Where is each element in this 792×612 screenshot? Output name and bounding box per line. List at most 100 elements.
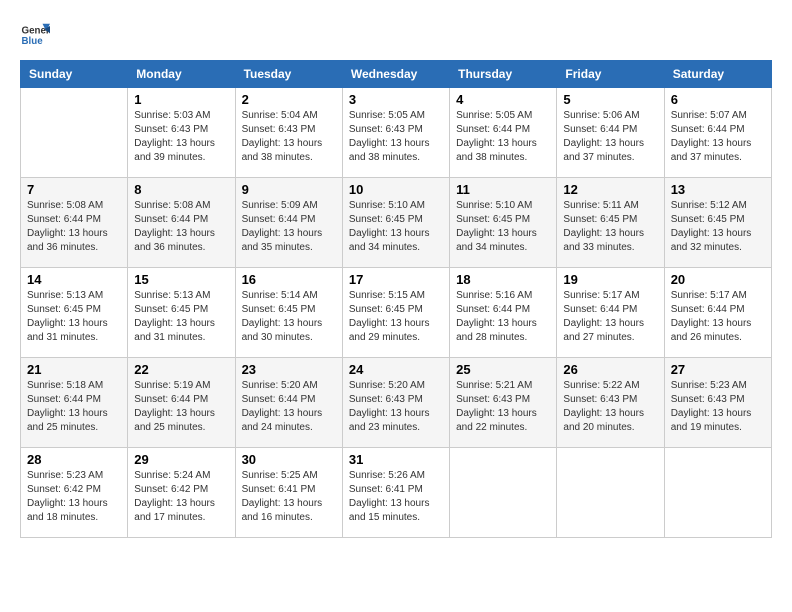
day-info: Sunrise: 5:09 AM Sunset: 6:44 PM Dayligh… <box>242 199 336 255</box>
day-number: 8 <box>134 182 228 197</box>
calendar-header-friday: Friday <box>557 61 664 88</box>
calendar-header-tuesday: Tuesday <box>235 61 342 88</box>
calendar-cell: 3 Sunrise: 5:05 AM Sunset: 6:43 PM Daylig… <box>342 88 449 178</box>
day-number: 30 <box>242 452 336 467</box>
day-number: 31 <box>349 452 443 467</box>
page-header: General Blue <box>20 20 772 50</box>
day-info: Sunrise: 5:16 AM Sunset: 6:44 PM Dayligh… <box>456 289 550 345</box>
calendar-cell: 28 Sunrise: 5:23 AM Sunset: 6:42 PM Dayli… <box>21 448 128 538</box>
day-number: 29 <box>134 452 228 467</box>
calendar-header-wednesday: Wednesday <box>342 61 449 88</box>
day-info: Sunrise: 5:20 AM Sunset: 6:43 PM Dayligh… <box>349 379 443 435</box>
calendar-cell: 10 Sunrise: 5:10 AM Sunset: 6:45 PM Dayli… <box>342 178 449 268</box>
logo: General Blue <box>20 20 50 50</box>
calendar-cell: 11 Sunrise: 5:10 AM Sunset: 6:45 PM Dayli… <box>450 178 557 268</box>
day-number: 5 <box>563 92 657 107</box>
day-info: Sunrise: 5:20 AM Sunset: 6:44 PM Dayligh… <box>242 379 336 435</box>
day-info: Sunrise: 5:13 AM Sunset: 6:45 PM Dayligh… <box>27 289 121 345</box>
day-info: Sunrise: 5:10 AM Sunset: 6:45 PM Dayligh… <box>349 199 443 255</box>
day-number: 20 <box>671 272 765 287</box>
day-info: Sunrise: 5:05 AM Sunset: 6:44 PM Dayligh… <box>456 109 550 165</box>
calendar-cell: 23 Sunrise: 5:20 AM Sunset: 6:44 PM Dayli… <box>235 358 342 448</box>
day-number: 11 <box>456 182 550 197</box>
day-number: 15 <box>134 272 228 287</box>
day-number: 26 <box>563 362 657 377</box>
calendar-cell: 24 Sunrise: 5:20 AM Sunset: 6:43 PM Dayli… <box>342 358 449 448</box>
day-number: 10 <box>349 182 443 197</box>
calendar-cell: 26 Sunrise: 5:22 AM Sunset: 6:43 PM Dayli… <box>557 358 664 448</box>
day-info: Sunrise: 5:19 AM Sunset: 6:44 PM Dayligh… <box>134 379 228 435</box>
calendar-cell <box>450 448 557 538</box>
day-info: Sunrise: 5:07 AM Sunset: 6:44 PM Dayligh… <box>671 109 765 165</box>
day-number: 9 <box>242 182 336 197</box>
calendar-header-row: SundayMondayTuesdayWednesdayThursdayFrid… <box>21 61 772 88</box>
day-number: 16 <box>242 272 336 287</box>
svg-text:Blue: Blue <box>22 36 44 47</box>
day-number: 17 <box>349 272 443 287</box>
calendar-cell: 5 Sunrise: 5:06 AM Sunset: 6:44 PM Daylig… <box>557 88 664 178</box>
day-info: Sunrise: 5:12 AM Sunset: 6:45 PM Dayligh… <box>671 199 765 255</box>
calendar-cell: 12Sunrise: 5:11 AM Sunset: 6:45 PM Dayli… <box>557 178 664 268</box>
day-info: Sunrise: 5:21 AM Sunset: 6:43 PM Dayligh… <box>456 379 550 435</box>
calendar-cell: 15Sunrise: 5:13 AM Sunset: 6:45 PM Dayli… <box>128 268 235 358</box>
day-info: Sunrise: 5:17 AM Sunset: 6:44 PM Dayligh… <box>563 289 657 345</box>
calendar-header-saturday: Saturday <box>664 61 771 88</box>
day-info: Sunrise: 5:04 AM Sunset: 6:43 PM Dayligh… <box>242 109 336 165</box>
day-info: Sunrise: 5:26 AM Sunset: 6:41 PM Dayligh… <box>349 469 443 525</box>
day-number: 28 <box>27 452 121 467</box>
day-info: Sunrise: 5:06 AM Sunset: 6:44 PM Dayligh… <box>563 109 657 165</box>
calendar-cell <box>664 448 771 538</box>
calendar-cell: 22 Sunrise: 5:19 AM Sunset: 6:44 PM Dayli… <box>128 358 235 448</box>
calendar-cell: 1Sunrise: 5:03 AM Sunset: 6:43 PM Daylig… <box>128 88 235 178</box>
calendar-cell: 30 Sunrise: 5:25 AM Sunset: 6:41 PM Dayli… <box>235 448 342 538</box>
calendar-table: SundayMondayTuesdayWednesdayThursdayFrid… <box>20 60 772 538</box>
calendar-cell: 14 Sunrise: 5:13 AM Sunset: 6:45 PM Dayli… <box>21 268 128 358</box>
calendar-cell: 25Sunrise: 5:21 AM Sunset: 6:43 PM Dayli… <box>450 358 557 448</box>
day-info: Sunrise: 5:08 AM Sunset: 6:44 PM Dayligh… <box>134 199 228 255</box>
day-info: Sunrise: 5:23 AM Sunset: 6:42 PM Dayligh… <box>27 469 121 525</box>
day-info: Sunrise: 5:11 AM Sunset: 6:45 PM Dayligh… <box>563 199 657 255</box>
day-info: Sunrise: 5:05 AM Sunset: 6:43 PM Dayligh… <box>349 109 443 165</box>
day-number: 23 <box>242 362 336 377</box>
day-info: Sunrise: 5:25 AM Sunset: 6:41 PM Dayligh… <box>242 469 336 525</box>
day-number: 1 <box>134 92 228 107</box>
calendar-cell: 13 Sunrise: 5:12 AM Sunset: 6:45 PM Dayli… <box>664 178 771 268</box>
day-info: Sunrise: 5:08 AM Sunset: 6:44 PM Dayligh… <box>27 199 121 255</box>
day-number: 27 <box>671 362 765 377</box>
day-number: 14 <box>27 272 121 287</box>
calendar-header-sunday: Sunday <box>21 61 128 88</box>
calendar-cell: 21 Sunrise: 5:18 AM Sunset: 6:44 PM Dayli… <box>21 358 128 448</box>
calendar-cell: 19 Sunrise: 5:17 AM Sunset: 6:44 PM Dayli… <box>557 268 664 358</box>
calendar-cell: 18Sunrise: 5:16 AM Sunset: 6:44 PM Dayli… <box>450 268 557 358</box>
day-info: Sunrise: 5:15 AM Sunset: 6:45 PM Dayligh… <box>349 289 443 345</box>
day-info: Sunrise: 5:18 AM Sunset: 6:44 PM Dayligh… <box>27 379 121 435</box>
calendar-cell <box>557 448 664 538</box>
day-info: Sunrise: 5:24 AM Sunset: 6:42 PM Dayligh… <box>134 469 228 525</box>
day-info: Sunrise: 5:10 AM Sunset: 6:45 PM Dayligh… <box>456 199 550 255</box>
day-number: 21 <box>27 362 121 377</box>
calendar-cell: 8 Sunrise: 5:08 AM Sunset: 6:44 PM Daylig… <box>128 178 235 268</box>
calendar-cell: 27Sunrise: 5:23 AM Sunset: 6:43 PM Dayli… <box>664 358 771 448</box>
calendar-cell: 4Sunrise: 5:05 AM Sunset: 6:44 PM Daylig… <box>450 88 557 178</box>
day-number: 22 <box>134 362 228 377</box>
day-number: 13 <box>671 182 765 197</box>
calendar-cell: 9 Sunrise: 5:09 AM Sunset: 6:44 PM Daylig… <box>235 178 342 268</box>
day-info: Sunrise: 5:22 AM Sunset: 6:43 PM Dayligh… <box>563 379 657 435</box>
day-number: 7 <box>27 182 121 197</box>
calendar-header-thursday: Thursday <box>450 61 557 88</box>
day-number: 24 <box>349 362 443 377</box>
calendar-week-row: 1Sunrise: 5:03 AM Sunset: 6:43 PM Daylig… <box>21 88 772 178</box>
calendar-week-row: 28 Sunrise: 5:23 AM Sunset: 6:42 PM Dayli… <box>21 448 772 538</box>
day-number: 3 <box>349 92 443 107</box>
calendar-cell: 20Sunrise: 5:17 AM Sunset: 6:44 PM Dayli… <box>664 268 771 358</box>
calendar-cell: 16Sunrise: 5:14 AM Sunset: 6:45 PM Dayli… <box>235 268 342 358</box>
calendar-cell: 29 Sunrise: 5:24 AM Sunset: 6:42 PM Dayli… <box>128 448 235 538</box>
day-number: 6 <box>671 92 765 107</box>
calendar-week-row: 14 Sunrise: 5:13 AM Sunset: 6:45 PM Dayli… <box>21 268 772 358</box>
calendar-week-row: 21 Sunrise: 5:18 AM Sunset: 6:44 PM Dayli… <box>21 358 772 448</box>
calendar-cell: 7 Sunrise: 5:08 AM Sunset: 6:44 PM Daylig… <box>21 178 128 268</box>
calendar-header-monday: Monday <box>128 61 235 88</box>
day-number: 19 <box>563 272 657 287</box>
calendar-week-row: 7 Sunrise: 5:08 AM Sunset: 6:44 PM Daylig… <box>21 178 772 268</box>
day-number: 2 <box>242 92 336 107</box>
